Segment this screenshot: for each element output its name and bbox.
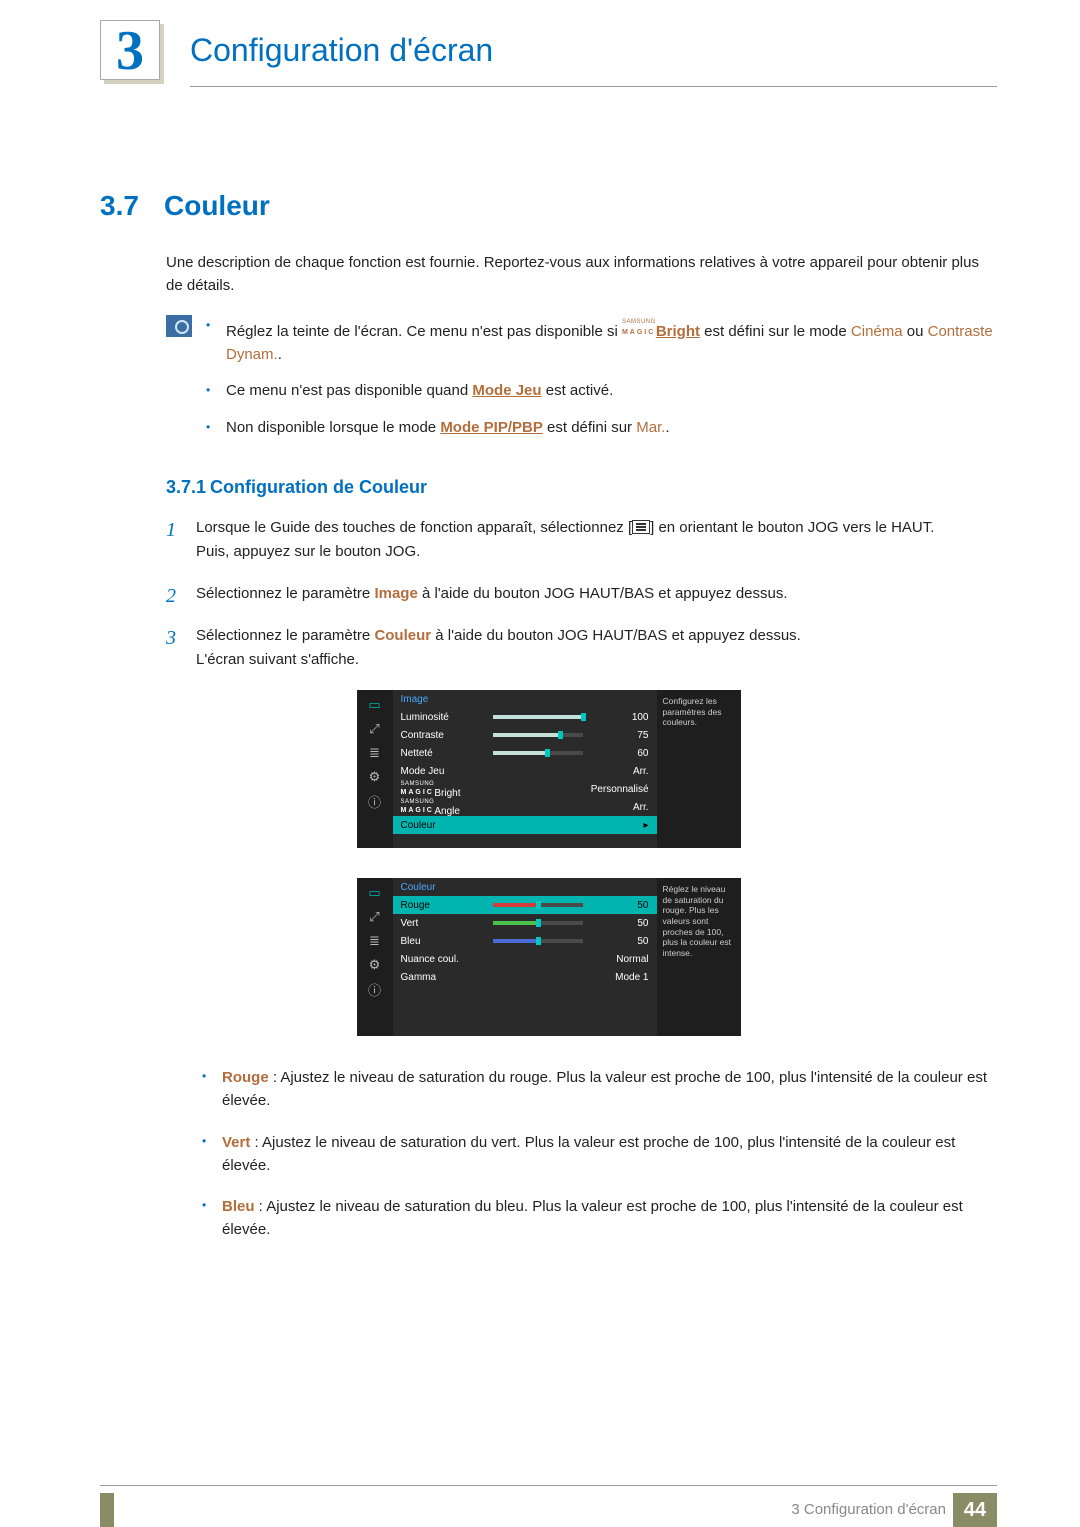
osd-row: Rouge50 [393, 896, 657, 914]
footer-text: 3 Configuration d'écran [791, 1501, 946, 1518]
osd-hint: Réglez le niveau de saturation du rouge.… [657, 878, 741, 1036]
osd-title: Couleur [393, 882, 657, 896]
chapter-title: Configuration d'écran [190, 32, 493, 69]
osd-image-menu: ▭ ⤢ ≣ ⚙ ⓘ ImageLuminosité100Contraste75N… [357, 690, 741, 848]
section-title: 3.7Couleur [100, 190, 997, 222]
resize-icon: ⤢ [364, 908, 386, 926]
monitor-icon: ▭ [364, 884, 386, 902]
osd-nav: ▭ ⤢ ≣ ⚙ ⓘ [357, 878, 393, 1036]
osd-row: Vert50 [393, 914, 657, 932]
page-footer: 3 Configuration d'écran 44 [0, 1485, 1080, 1527]
step-item: 1 Lorsque le Guide des touches de foncti… [166, 516, 997, 564]
step-item: 2 Sélectionnez le paramètre Image à l'ai… [166, 582, 997, 606]
info-icon: ⓘ [364, 980, 386, 998]
list-icon: ≣ [364, 744, 386, 762]
osd-nav: ▭ ⤢ ≣ ⚙ ⓘ [357, 690, 393, 848]
osd-row: Bleu50 [393, 932, 657, 950]
osd-row: GammaMode 1 [393, 968, 657, 986]
osd-row: Netteté60 [393, 744, 657, 762]
chapter-badge: 3 [100, 20, 160, 80]
osd-color-menu: ▭ ⤢ ≣ ⚙ ⓘ CouleurRouge50Vert50Bleu50Nuan… [357, 878, 741, 1036]
resize-icon: ⤢ [364, 720, 386, 738]
menu-icon [632, 520, 650, 534]
info-icon: ⓘ [364, 792, 386, 810]
page-number: 44 [953, 1493, 997, 1527]
osd-hint: Configurez les paramètres des couleurs. [657, 690, 741, 848]
monitor-icon: ▭ [364, 696, 386, 714]
chapter-number: 3 [101, 21, 159, 81]
gear-icon: ⚙ [364, 956, 386, 974]
section-number: 3.7 [100, 190, 164, 222]
gear-icon: ⚙ [364, 768, 386, 786]
step-item: 3 Sélectionnez le paramètre Couleur à l'… [166, 624, 997, 672]
desc-item: Bleu : Ajustez le niveau de saturation d… [166, 1195, 997, 1242]
note-block: Réglez la teinte de l'écran. Ce menu n'e… [166, 315, 997, 453]
note-item: Ce menu n'est pas disponible quand Mode … [206, 380, 997, 403]
osd-row: Luminosité100 [393, 708, 657, 726]
samsung-magic-label: SAMSUNGMAGIC [622, 315, 656, 336]
osd-title: Image [393, 694, 657, 708]
subsection-title: 3.7.1Configuration de Couleur [166, 477, 997, 498]
note-icon [166, 315, 192, 337]
page-header: 3 Configuration d'écran [0, 0, 1080, 120]
desc-item: Rouge : Ajustez le niveau de saturation … [166, 1066, 997, 1113]
intro-paragraph: Une description de chaque fonction est f… [166, 252, 997, 297]
note-item: Non disponible lorsque le mode Mode PIP/… [206, 417, 997, 440]
osd-row: Nuance coul.Normal [393, 950, 657, 968]
desc-item: Vert : Ajustez le niveau de saturation d… [166, 1131, 997, 1178]
list-icon: ≣ [364, 932, 386, 950]
osd-row: SAMSUNGMAGICAngleArr. [393, 798, 657, 816]
osd-row-selected: Couleur▸ [393, 816, 657, 834]
osd-row: Contraste75 [393, 726, 657, 744]
osd-row: SAMSUNGMAGICBrightPersonnalisé [393, 780, 657, 798]
header-rule [190, 86, 997, 87]
osd-row: Mode JeuArr. [393, 762, 657, 780]
footer-accent [100, 1493, 114, 1527]
note-item: Réglez la teinte de l'écran. Ce menu n'e… [206, 315, 997, 366]
